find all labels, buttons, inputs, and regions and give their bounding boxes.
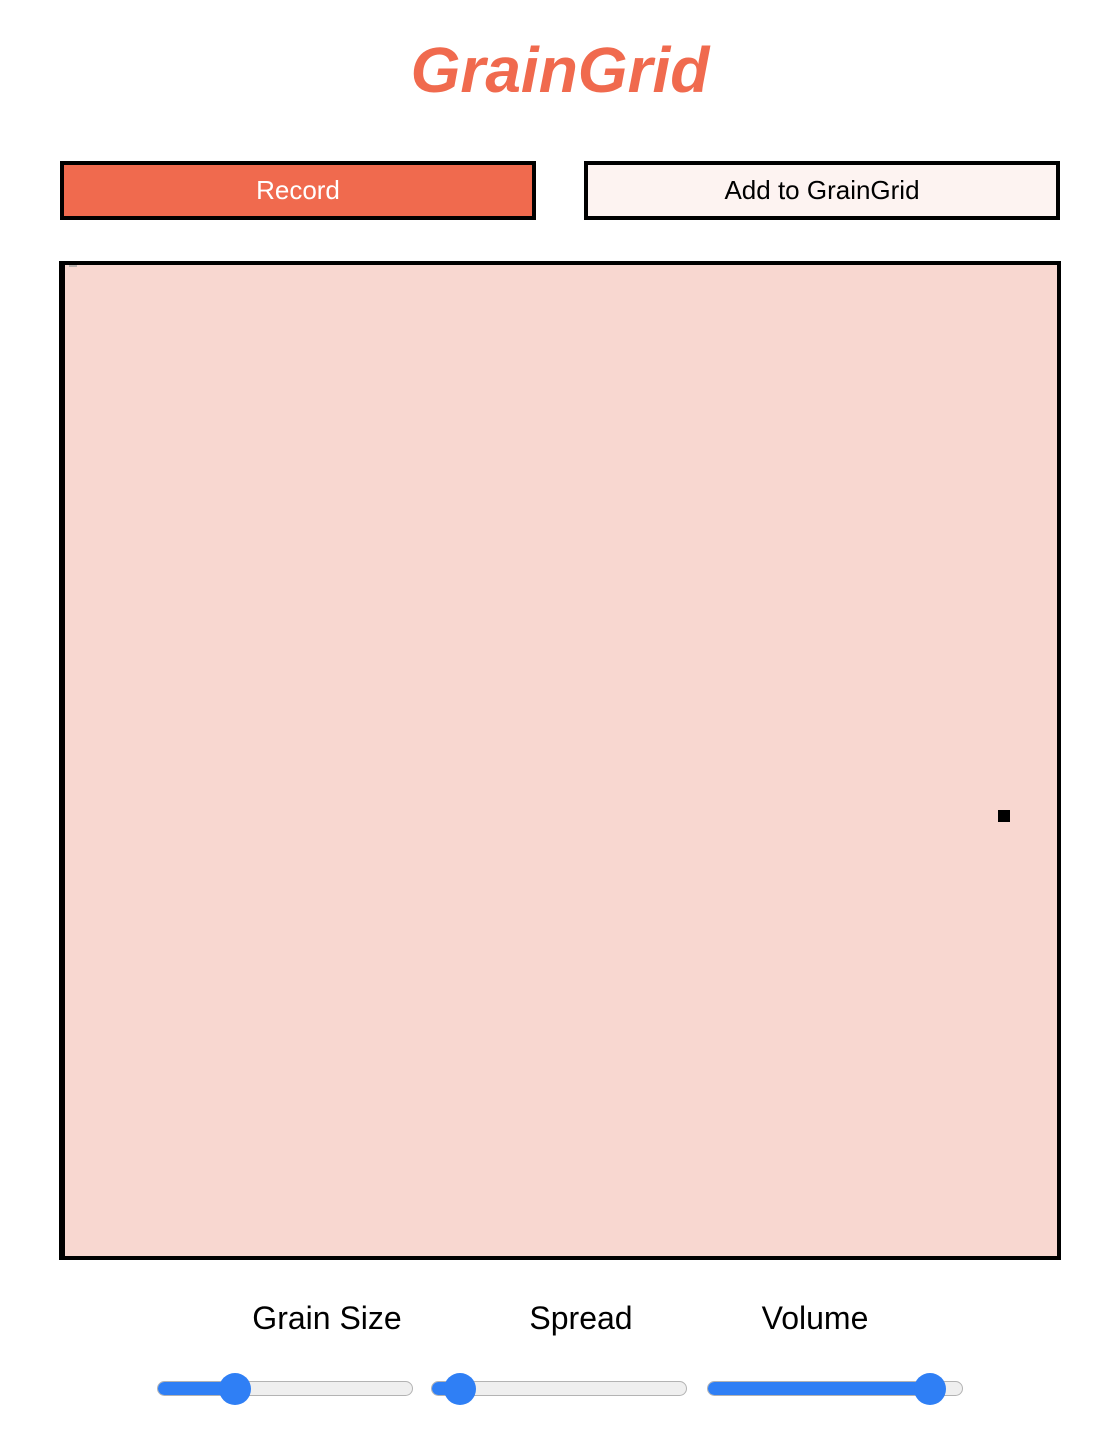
volume-slider[interactable] xyxy=(707,1373,965,1405)
add-to-graingrid-button[interactable]: Add to GrainGrid xyxy=(584,161,1060,220)
grain-size-label: Grain Size xyxy=(252,1300,402,1336)
grain-grid-canvas[interactable] xyxy=(59,261,1061,1260)
slider-thumb[interactable] xyxy=(218,1373,251,1405)
slider-thumb[interactable] xyxy=(444,1373,477,1405)
spread-label: Spread xyxy=(529,1300,633,1336)
grain-size-slider[interactable] xyxy=(157,1373,415,1405)
record-button[interactable]: Record xyxy=(60,161,536,220)
slider-fill xyxy=(708,1382,931,1395)
volume-label: Volume xyxy=(761,1300,869,1336)
slider-thumb[interactable] xyxy=(913,1373,946,1405)
canvas-corner-mark xyxy=(69,265,77,267)
grain-marker[interactable] xyxy=(998,810,1010,822)
app-title: GrainGrid xyxy=(410,34,710,106)
spread-slider[interactable] xyxy=(431,1373,689,1405)
slider-track xyxy=(157,1381,413,1396)
